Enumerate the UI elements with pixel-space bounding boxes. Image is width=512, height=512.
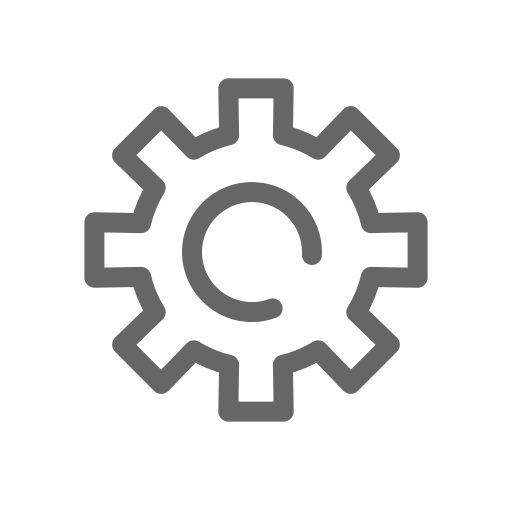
gear-teeth-outline bbox=[84, 78, 428, 422]
gear-center-arc bbox=[181, 182, 322, 323]
gear-icon bbox=[0, 0, 512, 512]
gear-icon-svg bbox=[84, 78, 428, 422]
icon-canvas bbox=[0, 0, 512, 512]
